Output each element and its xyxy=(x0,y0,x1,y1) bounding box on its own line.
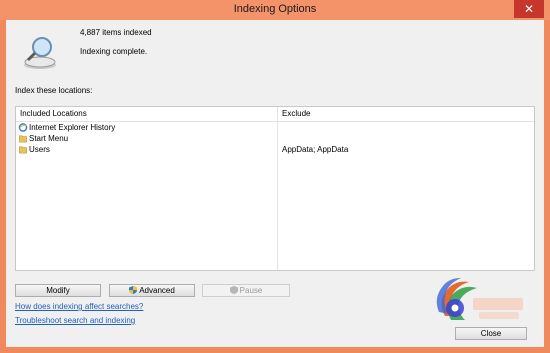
items-indexed-count: 4,887 items indexed xyxy=(80,28,152,37)
exclude-header[interactable]: Exclude xyxy=(278,107,534,120)
how-indexing-affects-link[interactable]: How does indexing affect searches? xyxy=(15,302,143,311)
indexing-options-window: Indexing Options ✕ 4,887 items indexed I… xyxy=(0,0,550,353)
troubleshoot-link[interactable]: Troubleshoot search and indexing xyxy=(15,316,135,325)
watermark-logo xyxy=(436,278,523,320)
location-exclude: AppData; AppData xyxy=(282,145,349,154)
window-close-button[interactable]: ✕ xyxy=(514,0,544,18)
locations-section-label: Index these locations: xyxy=(15,86,93,95)
pause-button[interactable]: Pause xyxy=(202,284,290,297)
advanced-button[interactable]: Advanced xyxy=(109,284,195,297)
indexing-status: Indexing complete. xyxy=(80,47,148,56)
location-name: Users xyxy=(29,145,50,154)
list-item[interactable]: Users AppData; AppData xyxy=(16,144,534,155)
folder-icon xyxy=(19,146,27,154)
pause-label: Pause xyxy=(239,286,263,295)
included-locations-header[interactable]: Included Locations xyxy=(16,107,277,120)
list-header: Included Locations Exclude xyxy=(16,107,534,122)
list-item[interactable]: Internet Explorer History xyxy=(16,122,534,133)
uac-shield-icon xyxy=(129,286,138,294)
locations-list[interactable]: Included Locations Exclude Internet Expl… xyxy=(15,106,535,271)
modify-button[interactable]: Modify xyxy=(15,284,101,297)
internet-explorer-icon xyxy=(18,123,28,132)
uac-shield-icon xyxy=(229,286,238,294)
window-title: Indexing Options xyxy=(233,3,317,15)
advanced-label: Advanced xyxy=(139,286,175,295)
magnifier-icon xyxy=(24,37,56,69)
location-name: Start Menu xyxy=(29,134,69,143)
title-bar[interactable]: Indexing Options ✕ xyxy=(0,0,550,20)
close-button[interactable]: Close xyxy=(455,327,527,340)
folder-icon xyxy=(19,135,27,143)
list-item[interactable]: Start Menu xyxy=(16,133,534,144)
location-name: Internet Explorer History xyxy=(29,123,116,132)
